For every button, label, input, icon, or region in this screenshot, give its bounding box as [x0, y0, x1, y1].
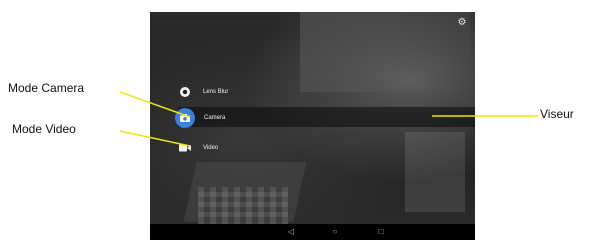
- video-icon: [176, 139, 194, 157]
- annotation-mode-video: Mode Video: [12, 122, 76, 136]
- android-navigation-bar: ◁ ○ □: [150, 224, 475, 240]
- gear-icon[interactable]: ⚙: [457, 18, 467, 28]
- camera-icon: [175, 108, 195, 128]
- mode-item-video[interactable]: Video: [176, 139, 218, 157]
- viewfinder-background-shape: [300, 12, 470, 92]
- annotation-viseur: Viseur: [540, 107, 574, 121]
- home-icon[interactable]: ○: [330, 227, 340, 237]
- mode-item-lens-blur[interactable]: Lens Blur: [176, 83, 228, 101]
- mode-item-label: Camera: [204, 115, 226, 121]
- mode-item-label: Lens Blur: [203, 89, 229, 95]
- tablet-screen: ⚙ Lens Blur Camera Video ◁ ○ □: [150, 12, 475, 240]
- lens-blur-icon: [176, 83, 194, 101]
- recent-apps-icon[interactable]: □: [376, 227, 386, 237]
- back-icon[interactable]: ◁: [286, 227, 296, 237]
- annotation-mode-camera: Mode Camera: [8, 81, 85, 95]
- viewfinder-background-shape: [405, 132, 465, 212]
- mode-item-label: Video: [203, 145, 219, 151]
- mode-item-camera[interactable]: Camera: [175, 108, 226, 128]
